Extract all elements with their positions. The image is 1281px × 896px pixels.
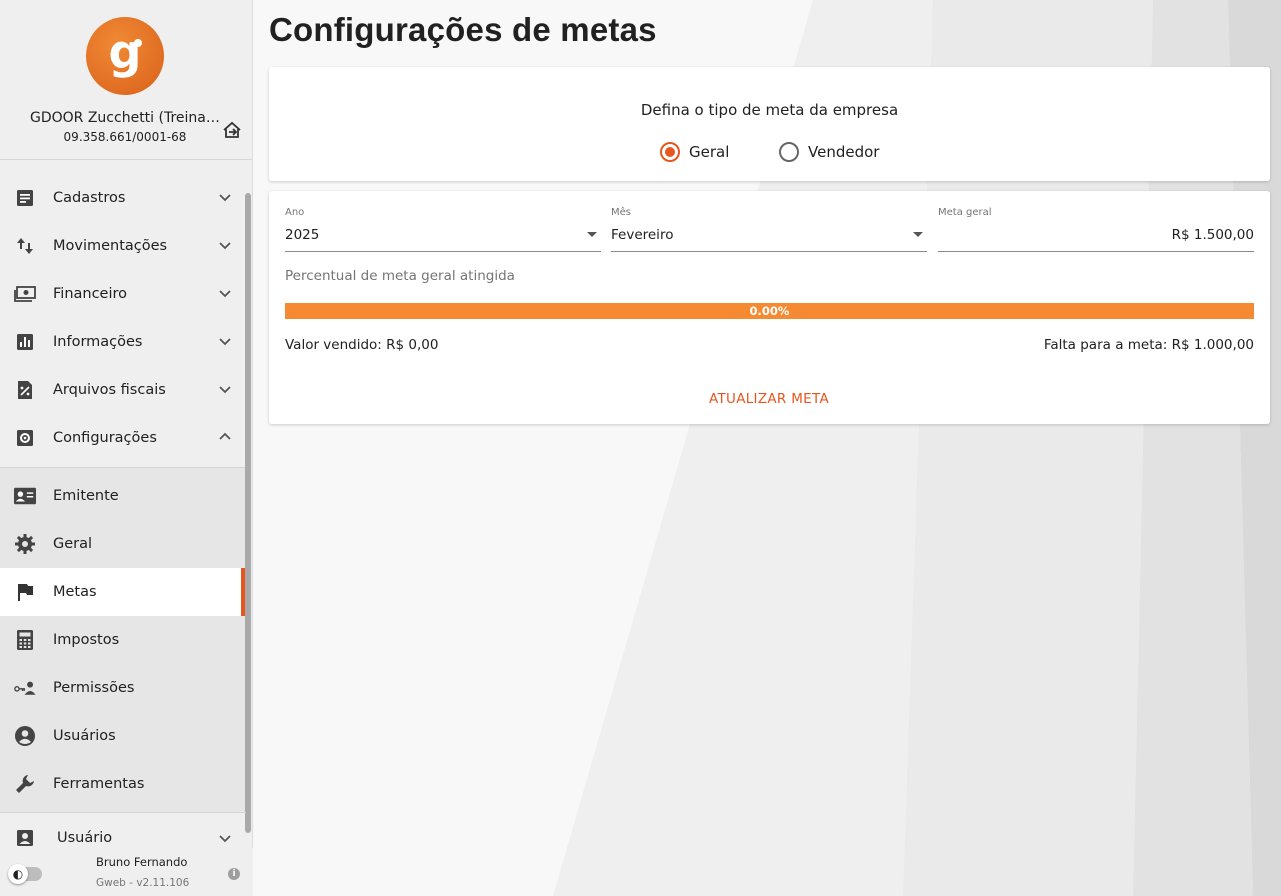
gear-box-icon [14, 427, 36, 449]
progress-label: Percentual de meta geral atingida [285, 268, 515, 284]
submenu-item-label: Impostos [53, 632, 120, 648]
dropdown-arrow-icon [587, 232, 597, 237]
chevron-down-icon [219, 835, 231, 843]
app-version: Gweb - v2.11.106 [96, 877, 190, 889]
menu-item-cadastros[interactable]: Cadastros [0, 174, 246, 222]
chevron-down-icon [219, 386, 231, 394]
switch-company-icon[interactable] [220, 118, 244, 142]
page-title: Configurações de metas [269, 11, 657, 48]
chevron-down-icon [219, 242, 231, 250]
progress-text: 0.00% [749, 304, 790, 318]
company-logo: g [86, 17, 164, 95]
menu-item-movimentacoes[interactable]: Movimentações [0, 222, 246, 270]
menu-item-label: Informações [53, 334, 143, 350]
menu-item-label: Arquivos fiscais [53, 382, 166, 398]
company-name: GDOOR Zucchetti (Treinamento) [30, 110, 220, 126]
menu-item-label: Configurações [53, 430, 157, 446]
user-circle-icon [14, 725, 36, 747]
submenu-item-emitente[interactable]: Emitente [0, 472, 246, 520]
chevron-down-icon [219, 338, 231, 346]
sidebar: g GDOOR Zucchetti (Treinamento) 09.358.6… [0, 0, 253, 896]
gear-icon [14, 533, 36, 555]
half-moon-icon: ◐ [12, 867, 24, 881]
user-name: Bruno Fernando [96, 855, 188, 869]
field-value: R$ 1.500,00 [1171, 227, 1254, 243]
submenu-item-label: Emitente [53, 488, 119, 504]
submenu-item-geral[interactable]: Geral [0, 520, 246, 568]
key-user-icon [14, 677, 36, 699]
goal-settings-card: Ano 2025 Mês Fevereiro Meta geral R$ 1.5… [269, 191, 1270, 424]
flag-icon [14, 581, 36, 603]
year-select[interactable]: Ano 2025 [285, 205, 601, 252]
month-select[interactable]: Mês Fevereiro [611, 205, 927, 252]
id-card-icon [14, 485, 36, 507]
menu-item-label: Movimentações [53, 238, 168, 254]
theme-toggle-knob-icon[interactable]: ◐ [8, 864, 28, 884]
remaining-value: Falta para a meta: R$ 1.000,00 [1043, 337, 1254, 353]
swap-vertical-icon [14, 235, 36, 257]
main-menu: Cadastros Movimentações Financeiro Infor… [0, 174, 246, 813]
goal-amount-field[interactable]: Meta geral R$ 1.500,00 [938, 205, 1254, 252]
menu-item-label: Financeiro [53, 286, 128, 302]
percent-file-icon [14, 379, 36, 401]
field-label: Ano [285, 207, 305, 218]
submenu-item-permissoes[interactable]: Permissões [0, 664, 246, 712]
submenu-item-ferramentas[interactable]: Ferramentas [0, 760, 246, 808]
menu-item-arquivos-fiscais[interactable]: Arquivos fiscais [0, 366, 246, 414]
menu-item-informacoes[interactable]: Informações [0, 318, 246, 366]
dropdown-arrow-icon [913, 232, 923, 237]
radio-label: Geral [689, 143, 730, 161]
submenu-item-metas[interactable]: Metas [0, 568, 246, 616]
chevron-up-icon [219, 432, 231, 440]
menu-item-label: Cadastros [53, 190, 126, 206]
submenu-item-impostos[interactable]: Impostos [0, 616, 246, 664]
wrench-icon [14, 773, 36, 795]
menu-item-financeiro[interactable]: Financeiro [0, 270, 246, 318]
radio-unchecked-icon [779, 142, 799, 162]
logo-letter: g [108, 25, 142, 79]
radio-label: Vendedor [808, 143, 880, 161]
info-icon[interactable]: i [228, 868, 240, 880]
field-label: Meta geral [938, 207, 992, 218]
sidebar-scrollbar[interactable] [245, 193, 251, 833]
field-value: Fevereiro [611, 227, 674, 243]
chevron-down-icon [219, 194, 231, 202]
goal-progress-bar: 0.00% [285, 303, 1254, 319]
user-menu: Usuário [0, 812, 246, 846]
company-cnpj: 09.358.661/0001-68 [63, 130, 187, 144]
document-icon [14, 187, 36, 209]
calculator-icon [14, 629, 36, 651]
radio-checked-icon [660, 142, 680, 162]
submenu-item-usuarios[interactable]: Usuários [0, 712, 246, 760]
radio-geral[interactable]: Geral [660, 142, 729, 162]
update-goal-button[interactable]: ATUALIZAR META [689, 385, 849, 413]
radio-vendedor[interactable]: Vendedor [779, 142, 879, 162]
sold-value: Valor vendido: R$ 0,00 [285, 337, 439, 353]
company-info: GDOOR Zucchetti (Treinamento) 09.358.661… [0, 110, 250, 144]
submenu-item-label: Usuários [53, 728, 116, 744]
user-box-icon [14, 827, 36, 849]
chevron-down-icon [219, 290, 231, 298]
goal-type-card: Defina o tipo de meta da empresa Geral V… [269, 67, 1270, 181]
bar-chart-icon [14, 331, 36, 353]
configuracoes-submenu: Emitente Geral Metas Impostos Permissões… [0, 467, 246, 813]
menu-item-label: Usuário [57, 830, 113, 846]
sidebar-footer: ◐ Bruno Fernando Gweb - v2.11.106 i [0, 848, 253, 896]
goal-type-title: Defina o tipo de meta da empresa [640, 101, 899, 119]
field-value: 2025 [285, 227, 320, 243]
cash-icon [14, 283, 36, 305]
submenu-item-label: Permissões [53, 680, 135, 696]
company-header: g GDOOR Zucchetti (Treinamento) 09.358.6… [0, 0, 252, 160]
submenu-item-label: Ferramentas [53, 776, 145, 792]
submenu-item-label: Geral [53, 536, 93, 552]
field-label: Mês [611, 207, 631, 218]
submenu-item-label: Metas [53, 584, 97, 600]
menu-item-configuracoes[interactable]: Configurações [0, 414, 246, 462]
